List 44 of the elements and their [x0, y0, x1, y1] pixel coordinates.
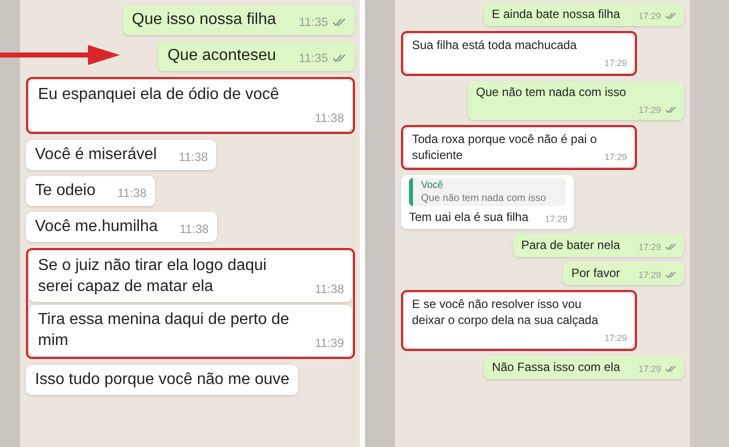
message-text: E se você não resolver isso vou deixar o corpo dela na sua calçada — [412, 297, 598, 327]
message-text: Que não tem nada com isso — [476, 85, 626, 99]
message-text: Para de bater nela — [521, 238, 620, 252]
message-time: 17:29 — [638, 104, 661, 116]
message-text: E ainda bate nossa filha — [492, 7, 620, 21]
message-time: 11:35 — [298, 50, 328, 67]
quote-text: Que não tem nada com isso — [421, 192, 548, 205]
message-time: 17:29 — [638, 268, 661, 282]
message-time: 11:38 — [180, 221, 209, 238]
message-time: 17:29 — [544, 212, 568, 226]
quote-author: Você — [421, 179, 444, 192]
read-ticks-icon — [665, 106, 677, 114]
message-text: Por favor — [571, 266, 620, 280]
message-time: 11:39 — [314, 335, 344, 352]
message-time: 11:38 — [314, 110, 344, 127]
message-text: Que isso nossa filha — [132, 11, 276, 28]
message-time: 17:29 — [638, 362, 661, 376]
message-text: Te odeio — [35, 182, 96, 199]
message-time: 11:38 — [117, 185, 146, 202]
message-text: Tira essa menina daqui de perto de mim — [38, 311, 290, 349]
read-ticks-icon — [665, 271, 677, 280]
message-text: Você é miserável — [35, 146, 157, 163]
message-time: 11:35 — [298, 14, 328, 31]
message-text: Você me.humilha — [35, 218, 158, 235]
message-text: Eu espanquei ela de ódio de você — [38, 86, 280, 103]
message-time: 17:29 — [604, 150, 627, 164]
message-text: Isso tudo porque você não me ouve — [35, 371, 290, 388]
message-text: Toda roxa porque você não é pai o suficiente — [412, 132, 597, 162]
message-time: 17:29 — [604, 56, 627, 70]
read-ticks-icon — [332, 18, 347, 26]
message-text: Sua filha está toda machucada — [412, 38, 577, 52]
read-ticks-icon — [332, 54, 347, 62]
message-text: Tem uai ela é sua filha — [409, 210, 528, 224]
message-time: 17:29 — [604, 332, 627, 344]
read-ticks-icon — [665, 243, 677, 252]
read-ticks-icon — [665, 365, 677, 374]
message-time: 17:29 — [638, 240, 661, 254]
message-text: Não Fassa isso com ela — [492, 360, 620, 374]
message-text: Que aconteseu — [167, 47, 276, 64]
message-time: 11:38 — [178, 149, 208, 166]
message-time: 17:29 — [638, 10, 661, 22]
message-text: Se o juiz não tirar ela logo daqui serei capaz de matar ela — [38, 257, 267, 295]
read-ticks-icon — [665, 12, 677, 20]
message-time: 11:38 — [314, 281, 344, 298]
